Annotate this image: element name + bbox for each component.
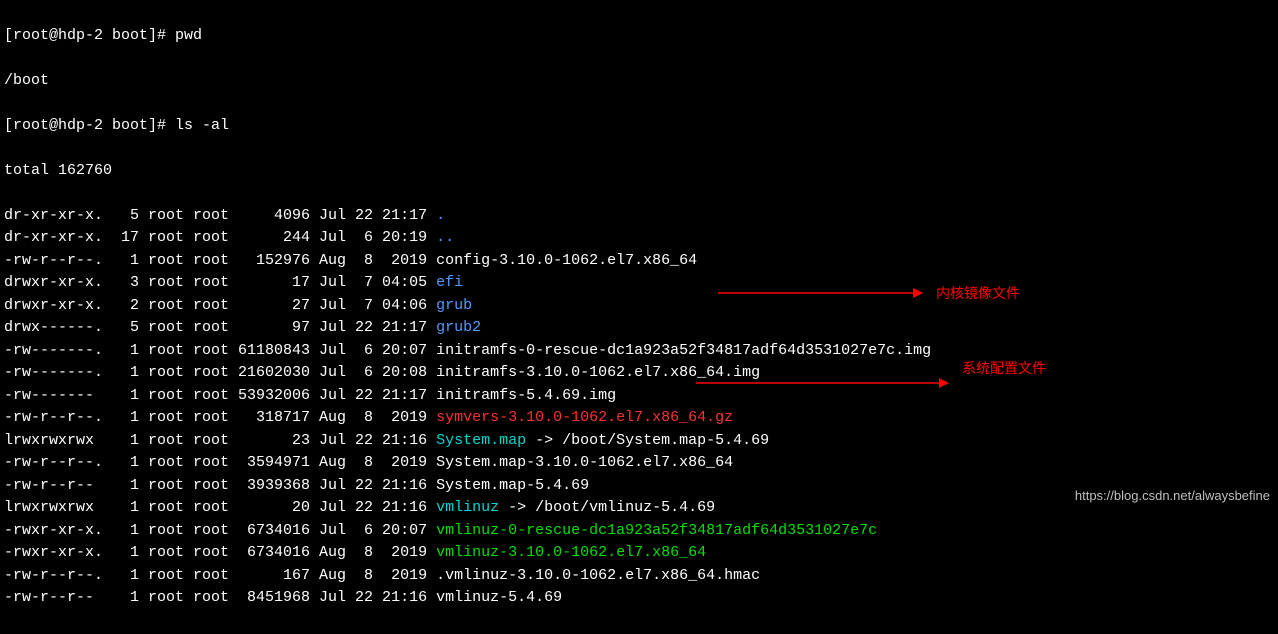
annotation-arrow-sysconf [696,373,954,393]
file-meta: -rw-r--r-- 1 root root 8451968 Jul 22 21… [4,589,436,606]
list-item: -rw-------. 1 root root 61180843 Jul 6 2… [4,340,1274,363]
shell-prompt: [root@hdp-2 boot]# [4,117,175,134]
file-name: config-3.10.0-1062.el7.x86_64 [436,252,697,269]
file-meta: dr-xr-xr-x. 17 root root 244 Jul 6 20:19 [4,229,436,246]
file-meta: -rw-r--r--. 1 root root 318717 Aug 8 201… [4,409,436,426]
list-item: drwxr-xr-x. 3 root root 17 Jul 7 04:05 e… [4,272,1274,295]
file-meta: drwxr-xr-x. 3 root root 17 Jul 7 04:05 [4,274,436,291]
file-meta: drwxr-xr-x. 2 root root 27 Jul 7 04:06 [4,297,436,314]
file-name: symvers-3.10.0-1062.el7.x86_64.gz [436,409,733,426]
file-meta: -rw-------. 1 root root 21602030 Jul 6 2… [4,364,436,381]
pwd-output: /boot [4,70,1274,93]
file-meta: -rw-r--r--. 1 root root 167 Aug 8 2019 [4,567,436,584]
command: pwd [175,27,202,44]
list-item: dr-xr-xr-x. 17 root root 244 Jul 6 20:19… [4,227,1274,250]
list-item: drwxr-xr-x. 2 root root 27 Jul 7 04:06 g… [4,295,1274,318]
list-item: -rw------- 1 root root 53932006 Jul 22 2… [4,385,1274,408]
list-item: dr-xr-xr-x. 5 root root 4096 Jul 22 21:1… [4,205,1274,228]
file-meta: -rwxr-xr-x. 1 root root 6734016 Aug 8 20… [4,544,436,561]
command: ls -al [175,117,229,134]
list-item: -rw-------. 1 root root 21602030 Jul 6 2… [4,362,1274,385]
file-listing: dr-xr-xr-x. 5 root root 4096 Jul 22 21:1… [4,205,1274,610]
list-item: -rwxr-xr-x. 1 root root 6734016 Aug 8 20… [4,542,1274,565]
file-name: efi [436,274,463,291]
file-meta: -rw-------. 1 root root 61180843 Jul 6 2… [4,342,436,359]
file-name: grub2 [436,319,481,336]
prompt-line: [root@hdp-2 boot]# pwd [4,25,1274,48]
file-name: vmlinuz-3.10.0-1062.el7.x86_64 [436,544,706,561]
list-item: -rw-r--r-- 1 root root 8451968 Jul 22 21… [4,587,1274,610]
list-item: -rw-r--r--. 1 root root 167 Aug 8 2019 .… [4,565,1274,588]
file-meta: -rw------- 1 root root 53932006 Jul 22 2… [4,387,436,404]
file-name: .vmlinuz-3.10.0-1062.el7.x86_64.hmac [436,567,760,584]
file-name: System.map-5.4.69 [436,477,589,494]
total-line: total 162760 [4,160,1274,183]
file-meta: dr-xr-xr-x. 5 root root 4096 Jul 22 21:1… [4,207,436,224]
file-meta: drwx------. 5 root root 97 Jul 22 21:17 [4,319,436,336]
list-item: -rw-r--r--. 1 root root 3594971 Aug 8 20… [4,452,1274,475]
shell-prompt: [root@hdp-2 boot]# [4,27,175,44]
file-name: initramfs-0-rescue-dc1a923a52f34817adf64… [436,342,931,359]
file-name: . [436,207,445,224]
file-name: grub [436,297,472,314]
list-item: -rw-r--r--. 1 root root 318717 Aug 8 201… [4,407,1274,430]
file-meta: -rw-r--r--. 1 root root 3594971 Aug 8 20… [4,454,436,471]
list-item: lrwxrwxrwx 1 root root 23 Jul 22 21:16 S… [4,430,1274,453]
annotation-arrow-kernel [718,283,928,303]
annotation-label-sysconf: 系统配置文件 [962,358,1046,379]
annotation-label-kernel: 内核镜像文件 [936,283,1020,304]
file-name: vmlinuz-5.4.69 [436,589,562,606]
file-meta: lrwxrwxrwx 1 root root 23 Jul 22 21:16 [4,432,436,449]
file-name: System.map [436,432,526,449]
prompt-line: [root@hdp-2 boot]# ls -al [4,115,1274,138]
file-name: vmlinuz-0-rescue-dc1a923a52f34817adf64d3… [436,522,877,539]
list-item: -rwxr-xr-x. 1 root root 6734016 Jul 6 20… [4,520,1274,543]
list-item: -rw-r--r--. 1 root root 152976 Aug 8 201… [4,250,1274,273]
file-name: initramfs-5.4.69.img [436,387,616,404]
file-name: .. [436,229,454,246]
file-meta: -rw-r--r-- 1 root root 3939368 Jul 22 21… [4,477,436,494]
watermark: https://blog.csdn.net/alwaysbefine [1075,486,1270,506]
file-name: System.map-3.10.0-1062.el7.x86_64 [436,454,733,471]
file-meta: -rw-r--r--. 1 root root 152976 Aug 8 201… [4,252,436,269]
terminal-output: [root@hdp-2 boot]# pwd /boot [root@hdp-2… [0,0,1278,634]
file-meta: lrwxrwxrwx 1 root root 20 Jul 22 21:16 [4,499,436,516]
file-name: vmlinuz [436,499,499,516]
symlink-target: -> /boot/vmlinuz-5.4.69 [499,499,715,516]
file-meta: -rwxr-xr-x. 1 root root 6734016 Jul 6 20… [4,522,436,539]
list-item: drwx------. 5 root root 97 Jul 22 21:17 … [4,317,1274,340]
symlink-target: -> /boot/System.map-5.4.69 [526,432,769,449]
